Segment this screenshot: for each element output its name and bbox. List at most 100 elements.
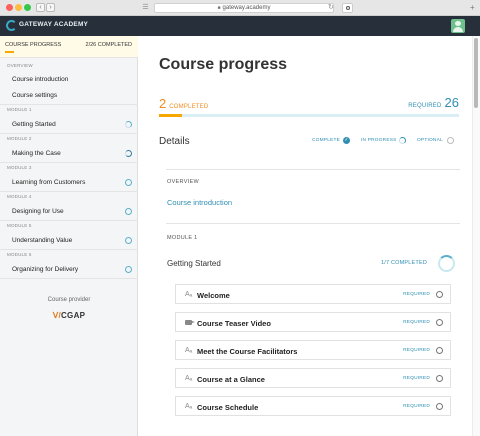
sidebar-item-module-5[interactable]: Understanding Value xyxy=(0,233,138,248)
sidebar-item-module-3[interactable]: Learning from Customers xyxy=(0,175,138,190)
text-icon: Aₐ xyxy=(185,347,193,354)
sidebar-module-label: MODULE 1 xyxy=(7,107,32,112)
divider xyxy=(0,278,138,279)
sidebar-item-module-2[interactable]: Making the Case xyxy=(0,146,138,161)
lesson-title: Meet the Course Facilitators xyxy=(197,347,298,356)
lesson-status: REQUIRED xyxy=(403,348,430,353)
sidebar-module-label: MODULE 4 xyxy=(7,194,32,199)
lesson-title: Course Schedule xyxy=(197,403,259,412)
lesson-row-course-teaser-video[interactable]: Course Teaser Video REQUIRED xyxy=(175,312,451,332)
sidebar-title: COURSE PROGRESS xyxy=(5,42,62,48)
forward-button[interactable]: › xyxy=(46,3,55,12)
not-started-icon xyxy=(125,208,132,215)
lesson-status: REQUIRED xyxy=(403,292,430,297)
url-text: gateway.academy xyxy=(222,5,271,11)
not-started-icon xyxy=(125,237,132,244)
required-stat: REQUIRED 26 xyxy=(408,94,459,112)
sidebar-item-label: Making the Case xyxy=(12,150,61,157)
sidebar-module-label: MODULE 2 xyxy=(7,136,32,141)
lesson-row-course-at-a-glance[interactable]: Aₐ Course at a Glance REQUIRED xyxy=(175,368,451,388)
minimize-window-button[interactable] xyxy=(15,4,22,11)
text-icon: Aₐ xyxy=(185,291,193,298)
lesson-row-meet-the-course-facilitators[interactable]: Aₐ Meet the Course Facilitators REQUIRED xyxy=(175,340,451,360)
lesson-row-course-schedule[interactable]: Aₐ Course Schedule REQUIRED xyxy=(175,396,451,416)
text-icon: Aₐ xyxy=(185,403,193,410)
sidebar-item-label: Designing for Use xyxy=(12,208,64,215)
page-title: Course progress xyxy=(159,56,288,73)
course-sidebar: COURSE PROGRESS 2/26 COMPLETED OVERVIEW … xyxy=(0,36,138,436)
sidebar-progress-header[interactable]: COURSE PROGRESS 2/26 COMPLETED xyxy=(0,36,138,58)
not-started-icon xyxy=(125,266,132,273)
lesson-status-circle-icon xyxy=(436,319,443,326)
lesson-status: REQUIRED xyxy=(403,320,430,325)
required-count: 26 xyxy=(444,95,459,110)
completed-stat: 2 COMPLETED xyxy=(159,95,208,113)
completed-label: COMPLETED xyxy=(169,104,209,110)
in-progress-icon xyxy=(125,121,132,128)
brand-name[interactable]: GATEWAY ACADEMY xyxy=(19,21,88,28)
divider xyxy=(0,133,138,134)
sidebar-item-module-6[interactable]: Organizing for Delivery xyxy=(0,262,138,277)
module-progress-ring-icon xyxy=(438,255,455,272)
completed-count: 2 xyxy=(159,96,167,111)
lock-icon: ■ xyxy=(217,5,221,11)
course-progress-bar xyxy=(159,114,459,117)
sidebar-item-label: Getting Started xyxy=(12,121,56,128)
divider xyxy=(166,223,460,224)
new-tab-button[interactable]: + xyxy=(470,4,475,12)
lesson-status-circle-icon xyxy=(436,347,443,354)
module-section-label: MODULE 1 xyxy=(167,235,198,241)
lesson-status-circle-icon xyxy=(436,403,443,410)
scrollbar-thumb[interactable] xyxy=(474,38,478,108)
scrollbar[interactable] xyxy=(472,36,480,436)
course-progress-fill xyxy=(159,114,183,117)
sidebar-item-course-settings[interactable]: Course settings xyxy=(0,88,138,103)
browser-toolbar: ‹ › ☰ ■ gateway.academy ↻ + xyxy=(0,0,480,16)
sidebar-module-label: MODULE 5 xyxy=(7,223,32,228)
sidebar-icon[interactable]: ☰ xyxy=(141,4,150,12)
app-header: GATEWAY ACADEMY xyxy=(0,16,480,36)
legend-optional-label: OPTIONAL xyxy=(417,138,443,143)
sidebar-item-course-introduction[interactable]: Course introduction xyxy=(0,72,138,87)
sidebar-item-label: Understanding Value xyxy=(12,237,73,244)
course-introduction-link[interactable]: Course introduction xyxy=(167,198,232,207)
divider xyxy=(0,191,138,192)
lesson-title: Welcome xyxy=(197,291,230,300)
provider-logo[interactable]: ᐯ/CGAP xyxy=(0,311,138,320)
address-bar[interactable]: ■ gateway.academy xyxy=(154,3,334,13)
divider xyxy=(0,220,138,221)
in-progress-icon xyxy=(399,137,406,144)
lesson-title: Course at a Glance xyxy=(197,375,265,384)
required-label: REQUIRED xyxy=(408,103,442,109)
text-icon: Aₐ xyxy=(185,375,193,382)
zoom-window-button[interactable] xyxy=(24,4,31,11)
sidebar-item-label: Course introduction xyxy=(12,76,69,83)
sidebar-item-label: Course settings xyxy=(12,92,58,99)
lesson-status-circle-icon xyxy=(436,291,443,298)
lesson-row-welcome[interactable]: Aₐ Welcome REQUIRED xyxy=(175,284,451,304)
details-heading: Details xyxy=(159,136,190,147)
not-started-icon xyxy=(125,179,132,186)
reload-icon[interactable]: ↻ xyxy=(328,3,334,13)
back-button[interactable]: ‹ xyxy=(36,3,45,12)
provider-label: Course provider xyxy=(47,297,91,303)
divider xyxy=(0,249,138,250)
legend-complete-label: COMPLETE xyxy=(312,138,340,143)
lesson-title: Course Teaser Video xyxy=(197,319,271,328)
extension-button[interactable] xyxy=(342,3,353,13)
sidebar-item-module-4[interactable]: Designing for Use xyxy=(0,204,138,219)
close-window-button[interactable] xyxy=(6,4,13,11)
user-icon[interactable] xyxy=(451,19,465,33)
sidebar-section-overview: OVERVIEW xyxy=(7,63,33,68)
video-icon xyxy=(185,320,195,325)
module-title[interactable]: Getting Started xyxy=(167,259,221,268)
lesson-status: REQUIRED xyxy=(403,376,430,381)
sidebar-item-module-1[interactable]: Getting Started xyxy=(0,117,138,132)
divider xyxy=(0,162,138,163)
module-completed-count: 1/7 COMPLETED xyxy=(380,260,427,266)
sidebar-module-label: MODULE 3 xyxy=(7,165,32,170)
optional-circle-icon xyxy=(447,137,454,144)
sidebar-item-label: Organizing for Delivery xyxy=(12,266,79,273)
sidebar-completed-count: 2/26 COMPLETED xyxy=(85,42,132,48)
gateway-logo-icon[interactable] xyxy=(6,20,17,31)
